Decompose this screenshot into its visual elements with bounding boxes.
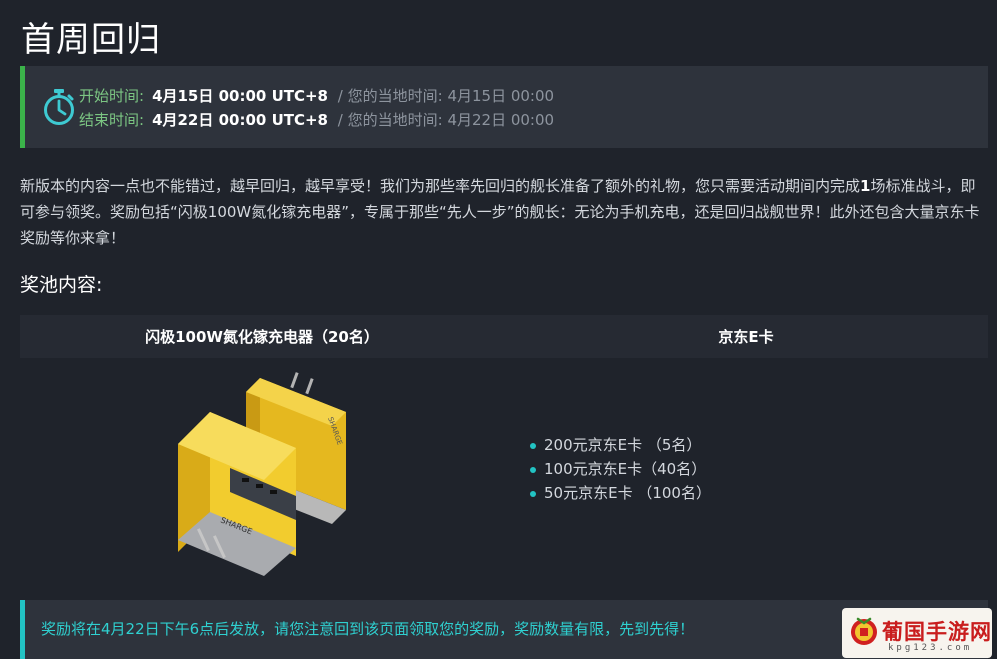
end-time-separator: / bbox=[337, 111, 343, 129]
site-watermark[interactable]: 葡国手游网 kpg123.com bbox=[842, 608, 992, 658]
charger-column-header: 闪极100W氮化镓充电器（20名） bbox=[145, 328, 379, 346]
end-time-value: 4月22日 00:00 UTC+8 bbox=[152, 111, 328, 129]
bullet-dot bbox=[530, 467, 536, 473]
coin-logo-icon bbox=[851, 617, 877, 645]
start-time-separator: / bbox=[337, 87, 343, 105]
prize-pool-title: 奖池内容: bbox=[20, 274, 103, 296]
event-description: 新版本的内容一点也不能错过，越早回归，越早享受！我们为那些率先回归的舰长准备了额… bbox=[20, 173, 982, 251]
start-local-time: 您的当地时间: 4月15日 00:00 bbox=[347, 87, 555, 105]
description-bold-count: 1 bbox=[860, 177, 871, 195]
watermark-url: kpg123.com bbox=[888, 643, 973, 653]
bullet-dot bbox=[530, 443, 536, 449]
end-time-row: 结束时间: 4月22日 00:00 UTC+8 / 您的当地时间: 4月22日 0… bbox=[79, 110, 554, 130]
jd-card-column-header: 京东E卡 bbox=[718, 328, 774, 346]
jd-card-item-text: 50元京东E卡 （100名） bbox=[544, 484, 711, 502]
bullet-dot bbox=[530, 491, 536, 497]
charger-image: SHARGE SHARGE bbox=[178, 372, 346, 576]
reward-notice-text: 奖励将在4月22日下午6点后发放，请您注意回到该页面领取您的奖励，奖励数量有限，… bbox=[41, 620, 695, 638]
prize-table: 闪极100W氮化镓充电器（20名） 京东E卡 bbox=[20, 315, 988, 358]
event-time-box: 开始时间: 4月15日 00:00 UTC+8 / 您的当地时间: 4月15日 0… bbox=[20, 66, 988, 148]
prize-table-header: 闪极100W氮化镓充电器（20名） 京东E卡 bbox=[20, 315, 988, 358]
watermark-title: 葡国手游网 bbox=[882, 619, 992, 644]
description-text-1: 新版本的内容一点也不能错过，越早回归，越早享受！我们为那些率先回归的舰长准备了额… bbox=[20, 177, 861, 195]
stopwatch-icon bbox=[44, 89, 74, 125]
page-title: 首周回归 bbox=[21, 20, 161, 60]
start-time-row: 开始时间: 4月15日 00:00 UTC+8 / 您的当地时间: 4月15日 0… bbox=[79, 86, 554, 106]
start-time-label: 开始时间: bbox=[79, 87, 145, 105]
end-time-label: 结束时间: bbox=[79, 111, 145, 129]
jd-card-list: 200元京东E卡 （5名） 100元京东E卡（40名） 50元京东E卡 （100… bbox=[530, 433, 711, 505]
jd-card-item-text: 200元京东E卡 （5名） bbox=[544, 436, 702, 454]
start-time-value: 4月15日 00:00 UTC+8 bbox=[152, 87, 328, 105]
jd-card-item: 200元京东E卡 （5名） bbox=[530, 433, 711, 457]
jd-card-item: 100元京东E卡（40名） bbox=[530, 457, 711, 481]
jd-card-item-text: 100元京东E卡（40名） bbox=[544, 460, 707, 478]
end-local-time: 您的当地时间: 4月22日 00:00 bbox=[347, 111, 555, 129]
jd-card-item: 50元京东E卡 （100名） bbox=[530, 481, 711, 505]
